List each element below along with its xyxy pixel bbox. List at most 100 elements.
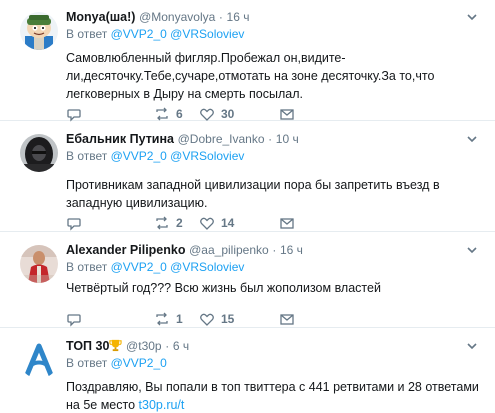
tweet-actions: 6 30 [66,105,481,123]
more-options-button[interactable] [463,337,481,355]
envelope-icon [280,109,294,120]
tweet-text: Противникам западной цивилизации пора бы… [66,178,440,210]
tweet-feed: Monya(ша!) @Monyavolya · 16 ч В ответ @V… [0,0,495,413]
tweet-link[interactable]: t30p.ru/t [139,398,185,412]
avatar[interactable] [20,134,58,172]
mention-link[interactable]: @VVP2_0 [111,149,167,163]
timestamp[interactable]: 16 ч [227,10,250,24]
retweet-icon [156,312,168,326]
heart-icon [200,108,214,121]
replying-to: В ответ @VVP2_0 @VRSoloviev [66,259,481,276]
chevron-down-icon [467,343,477,350]
tweet-header: ТОП 30 @t30p · 6 ч [66,337,481,355]
dm-button[interactable] [279,105,295,123]
retweet-icon [156,107,168,121]
replying-prefix: В ответ [66,260,108,274]
tweet-text-container: Поздравляю, Вы попали в топ твиттера с 4… [66,378,481,413]
retweet-count: 1 [176,312,183,326]
author-handle[interactable]: @Dobre_Ivanko [178,132,265,146]
heart-icon [200,217,214,230]
like-button[interactable]: 30 [199,105,234,123]
mention-link[interactable]: @VRSoloviev [170,260,244,274]
reply-button[interactable] [66,105,88,123]
tweet[interactable]: ТОП 30 @t30p · 6 ч В ответ @VVP2_0 Поздр… [0,329,495,413]
mention-link[interactable]: @VVP2_0 [111,356,167,370]
timestamp[interactable]: 10 ч [276,132,299,146]
reply-icon [67,109,81,122]
timestamp[interactable]: 6 ч [173,339,189,353]
separator-dot: · [272,243,277,257]
dm-button[interactable] [279,310,295,328]
retweet-button[interactable]: 2 [154,214,183,232]
reply-button[interactable] [66,214,88,232]
separator-dot: · [165,339,170,353]
more-options-button[interactable] [463,130,481,148]
tweet[interactable]: Monya(ша!) @Monyavolya · 16 ч В ответ @V… [0,0,495,122]
more-options-button[interactable] [463,241,481,259]
avatar[interactable] [20,245,58,283]
retweet-button[interactable]: 1 [154,310,183,328]
replying-to: В ответ @VVP2_0 [66,355,481,372]
author-name[interactable]: Monya(ша!) [66,10,135,24]
replying-prefix: В ответ [66,27,108,41]
author-handle[interactable]: @t30p [126,339,162,353]
reply-icon [67,314,81,327]
tweet-header: Ебальник Путина @Dobre_Ivanko · 10 ч [66,130,481,148]
replying-prefix: В ответ [66,149,108,163]
tweet-actions: 1 15 [66,310,481,328]
cartoon-avatar-icon [20,12,58,50]
like-count: 15 [221,312,235,326]
chevron-down-icon [467,14,477,21]
trophy-icon [109,339,123,352]
tweet[interactable]: Alexander Pilipenko @aa_pilipenko · 16 ч… [0,233,495,328]
heart-icon [200,313,214,326]
replying-to: В ответ @VVP2_0 @VRSoloviev [66,26,481,43]
like-button[interactable]: 15 [199,310,234,328]
mention-link[interactable]: @VRSoloviev [170,149,244,163]
tweet-content: Alexander Pilipenko @aa_pilipenko · 16 ч… [66,241,481,327]
tweet[interactable]: Ебальник Путина @Dobre_Ivanko · 10 ч В о… [0,122,495,232]
mention-link[interactable]: @VRSoloviev [170,27,244,41]
reply-icon [67,218,81,231]
author-handle[interactable]: @aa_pilipenko [189,243,269,257]
chevron-down-icon [467,247,477,254]
like-count: 30 [221,107,235,121]
tweet-text: Самовлюбленный фигляр.Пробежал он,видите… [66,51,435,101]
replying-to: В ответ @VVP2_0 @VRSoloviev [66,148,481,165]
retweet-icon [156,216,168,230]
chevron-down-icon [467,136,477,143]
dark-hood-avatar-icon [20,134,58,172]
letter-a-avatar-icon [20,341,58,379]
tweet-header: Alexander Pilipenko @aa_pilipenko · 16 ч [66,241,481,259]
dm-button[interactable] [279,214,295,232]
more-options-button[interactable] [463,8,481,26]
retweet-count: 2 [176,216,183,230]
separator-dot: · [268,132,273,146]
replying-prefix: В ответ [66,356,108,370]
tweet-text: Четвёртый год??? Всю жизнь был жополизом… [66,281,381,295]
mention-link[interactable]: @VVP2_0 [111,27,167,41]
author-name[interactable]: ТОП 30 [66,339,109,353]
timestamp[interactable]: 16 ч [280,243,303,257]
tweet-content: ТОП 30 @t30p · 6 ч В ответ @VVP2_0 Поздр… [66,337,481,413]
mention-link[interactable]: @VVP2_0 [111,260,167,274]
like-count: 14 [221,216,235,230]
tweet-text: Поздравляю, Вы попали в топ твиттера с 4… [66,380,479,412]
tweet-header: Monya(ша!) @Monyavolya · 16 ч [66,8,481,26]
tweet-actions: 2 14 [66,214,481,232]
reply-button[interactable] [66,310,88,328]
envelope-icon [280,218,294,229]
author-handle[interactable]: @Monyavolya [139,10,215,24]
tweet-content: Ебальник Путина @Dobre_Ivanko · 10 ч В о… [66,130,481,231]
separator-dot: · [218,10,223,24]
envelope-icon [280,314,294,325]
author-name[interactable]: Ебальник Путина [66,132,174,146]
like-button[interactable]: 14 [199,214,234,232]
avatar[interactable] [20,341,58,379]
retweet-count: 6 [176,107,183,121]
author-name[interactable]: Alexander Pilipenko [66,243,185,257]
tweet-content: Monya(ша!) @Monyavolya · 16 ч В ответ @V… [66,8,481,122]
retweet-button[interactable]: 6 [154,105,183,123]
red-figure-avatar-icon [20,245,58,283]
avatar[interactable] [20,12,58,50]
